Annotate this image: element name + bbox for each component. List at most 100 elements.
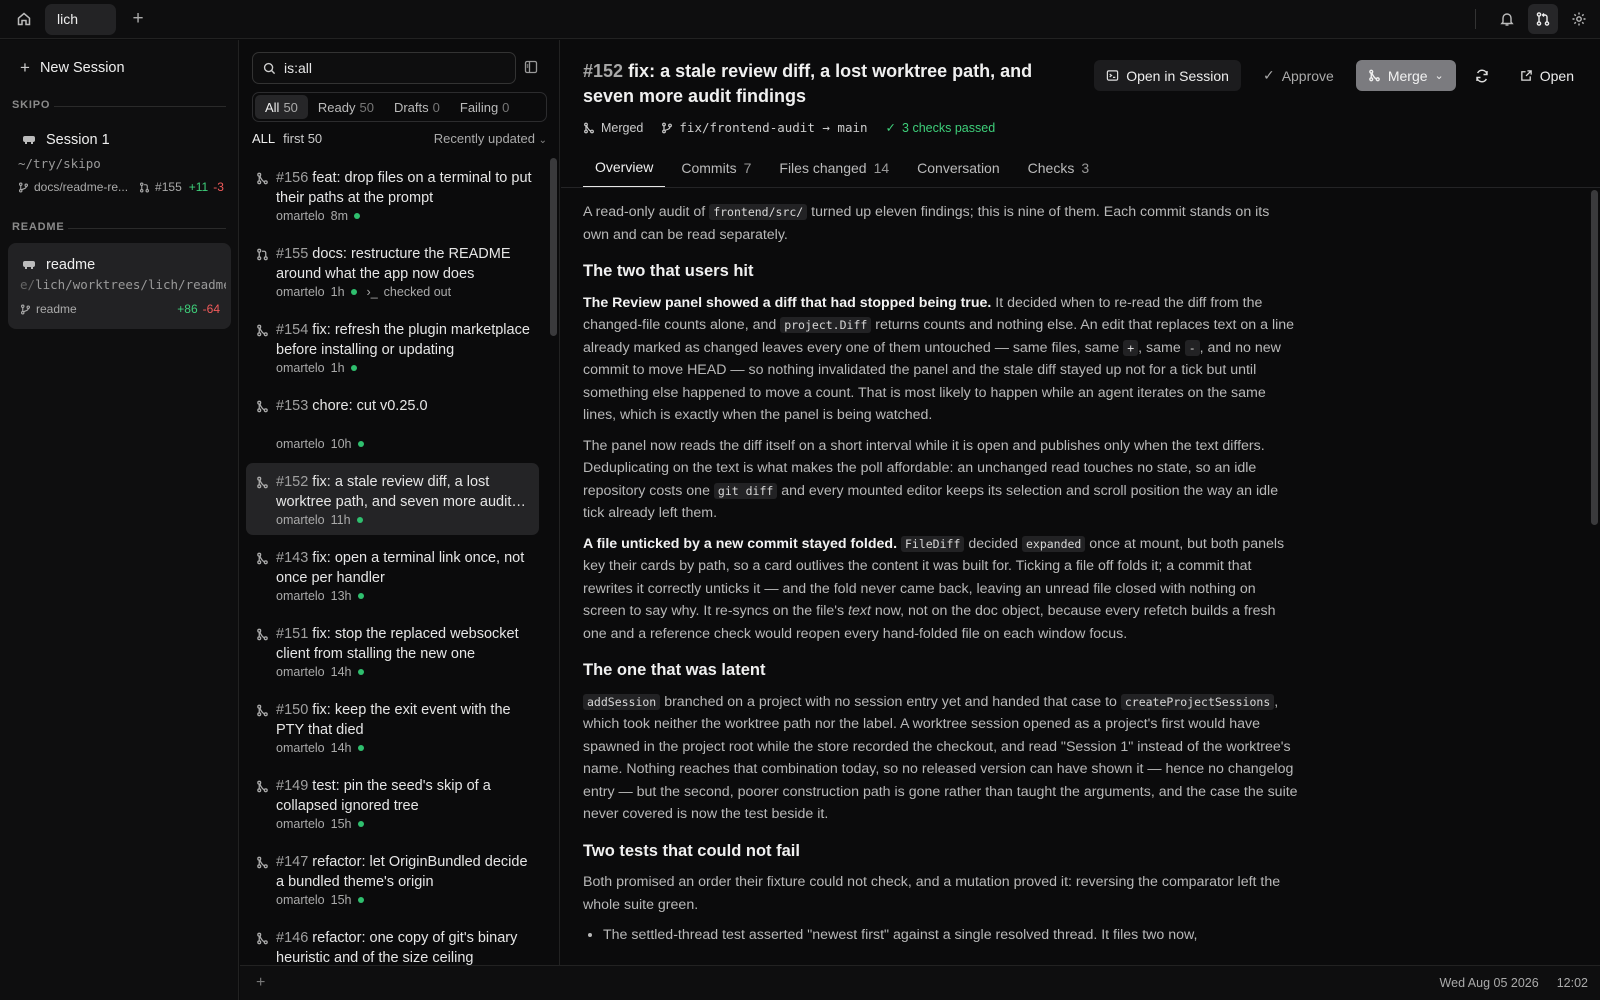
pull-requests-button[interactable] — [1528, 4, 1558, 34]
merged-icon — [256, 324, 269, 337]
detail-scrollbar[interactable] — [1591, 190, 1598, 525]
pr-list-item[interactable]: #147 refactor: let OriginBundled decide … — [246, 843, 539, 915]
merge-button[interactable]: Merge ⌄ — [1355, 60, 1456, 91]
pr-age: 14h — [330, 665, 352, 679]
pr-list-item-title: #151 fix: stop the replaced websocket cl… — [276, 624, 538, 664]
pr-open-icon — [256, 248, 269, 261]
open-external-button[interactable]: Open — [1508, 60, 1586, 91]
status-dot — [357, 441, 364, 447]
paragraph: addSession branched on a project with no… — [583, 693, 1298, 822]
divider — [68, 228, 226, 229]
pr-title-text: chore: cut v0.25.0 — [312, 398, 428, 414]
tab-label: Checks — [1027, 160, 1075, 176]
pull-request-detail: #152 fix: a stale review diff, a lost wo… — [561, 40, 1600, 965]
pr-list-item[interactable]: #152 fix: a stale review diff, a lost wo… — [246, 463, 539, 535]
inline-code: + — [1123, 339, 1139, 356]
search-icon — [263, 62, 276, 74]
pr-number: #150 — [276, 702, 309, 718]
tab-commits[interactable]: Commits 7 — [669, 148, 763, 188]
tab-checks[interactable]: Checks 3 — [1016, 148, 1101, 188]
pr-author: omartelo — [276, 513, 325, 527]
pr-list-item[interactable]: #143 fix: open a terminal link once, not… — [246, 539, 539, 611]
plus-icon: + — [132, 8, 144, 29]
status-dot — [356, 517, 363, 523]
section-heading: The two that users hit — [583, 262, 754, 280]
list-scope-count: first 50 — [283, 131, 323, 146]
pr-list-item[interactable]: #153 chore: cut v0.25.0 omartelo 10h — [246, 387, 539, 459]
list-scrollbar[interactable] — [550, 158, 557, 336]
pr-number: #146 — [276, 930, 309, 946]
approve-button[interactable]: ✓ Approve — [1251, 60, 1346, 91]
tab-conversation[interactable]: Conversation — [905, 148, 1012, 188]
toggle-panel-button[interactable] — [524, 60, 542, 76]
inline-code: expanded — [1021, 535, 1086, 552]
paragraph: Both promised an order their fixture cou… — [583, 874, 1281, 913]
pr-age: 14h — [330, 741, 352, 755]
tab-count: 7 — [743, 160, 752, 176]
additions-count: +86 — [177, 302, 198, 316]
new-tab-button[interactable]: + — [126, 7, 150, 31]
pr-checks: ✓ 3 checks passed — [885, 120, 996, 136]
pr-actions: Open in Session ✓ Approve Merge ⌄ Open — [1094, 60, 1586, 91]
chevron-down-icon: ⌄ — [538, 135, 547, 146]
open-in-session-label: Open in Session — [1126, 67, 1229, 84]
open-in-session-button[interactable]: Open in Session — [1094, 60, 1241, 91]
merged-icon — [256, 476, 269, 489]
inline-code: createProjectSessions — [1120, 693, 1275, 710]
filter-count: 50 — [359, 99, 374, 115]
merged-icon — [256, 780, 269, 793]
pr-list-item[interactable]: #155 docs: restructure the README around… — [246, 235, 539, 307]
chevron-down-icon: ⌄ — [1434, 70, 1444, 82]
pr-list-item[interactable]: #156 feat: drop files on a terminal to p… — [246, 159, 539, 231]
pr-number: #147 — [276, 854, 309, 870]
add-button[interactable]: + — [256, 974, 265, 992]
tab-overview[interactable]: Overview — [583, 148, 666, 188]
workspace-tab-label: lich — [57, 11, 79, 27]
session-title-text: readme — [46, 257, 96, 273]
sort-dropdown[interactable]: Recently updated ⌄ — [434, 131, 547, 146]
merged-icon — [256, 172, 269, 185]
session-title: Session 1 — [22, 132, 110, 148]
new-session-button[interactable]: + New Session — [20, 58, 125, 78]
pr-list-item[interactable]: #150 fix: keep the exit event with the P… — [246, 691, 539, 763]
pr-list-item[interactable]: #149 test: pin the seed's skip of a coll… — [246, 767, 539, 839]
home-button[interactable] — [11, 6, 37, 32]
pr-author: omartelo — [276, 589, 325, 603]
pr-list-item-meta: omartelo 15h — [276, 893, 364, 907]
tab-files-changed[interactable]: Files changed 14 — [767, 148, 901, 188]
settings-button[interactable] — [1564, 4, 1594, 34]
pr-age: 13h — [330, 589, 352, 603]
check-icon: ✓ — [885, 121, 897, 135]
pr-state-text: Merged — [601, 120, 644, 135]
merged-icon — [256, 552, 269, 565]
refresh-button[interactable] — [1466, 60, 1498, 91]
filter-all[interactable]: All 50 — [255, 95, 308, 119]
filter-failing[interactable]: Failing 0 — [450, 95, 520, 119]
filter-drafts[interactable]: Drafts 0 — [384, 95, 450, 119]
filter-ready[interactable]: Ready 50 — [308, 95, 384, 119]
tab-count: 14 — [873, 160, 890, 176]
session-branch: readme — [36, 302, 77, 316]
tab-label: Overview — [595, 159, 654, 175]
pr-list-item-title: #156 feat: drop files on a terminal to p… — [276, 168, 538, 208]
session-item-readme[interactable]: readme e/lich/worktrees/lich/readme read… — [8, 243, 231, 329]
pr-tabs: Overview Commits 7 Files changed 14 Conver… — [583, 148, 1105, 188]
tab-label: Files changed — [779, 160, 867, 176]
merge-icon — [1368, 69, 1380, 82]
list-scope-label: ALL — [252, 131, 276, 146]
git-pull-request-icon — [140, 182, 150, 192]
status-dot — [357, 821, 364, 827]
search-input[interactable] — [284, 60, 484, 76]
pr-list-item-meta: omartelo 13h — [276, 589, 364, 603]
workspace-tab[interactable]: lich — [45, 3, 116, 35]
session-item-skipo[interactable]: Session 1 ~/try/skipo docs/readme-re... … — [8, 118, 231, 204]
divider — [1475, 9, 1476, 29]
notifications-button[interactable] — [1492, 4, 1522, 34]
list-item: The settled-thread test asserted "newest… — [603, 924, 1298, 947]
pr-list-item-title: #143 fix: open a terminal link once, not… — [276, 548, 538, 588]
pr-list-item[interactable]: #151 fix: stop the replaced websocket cl… — [246, 615, 539, 687]
section-heading: Two tests that could not fail — [583, 841, 800, 860]
pr-age: 10h — [330, 437, 352, 451]
pr-list-item[interactable]: #154 fix: refresh the plugin marketplace… — [246, 311, 539, 383]
pr-number: #152 — [276, 474, 309, 490]
